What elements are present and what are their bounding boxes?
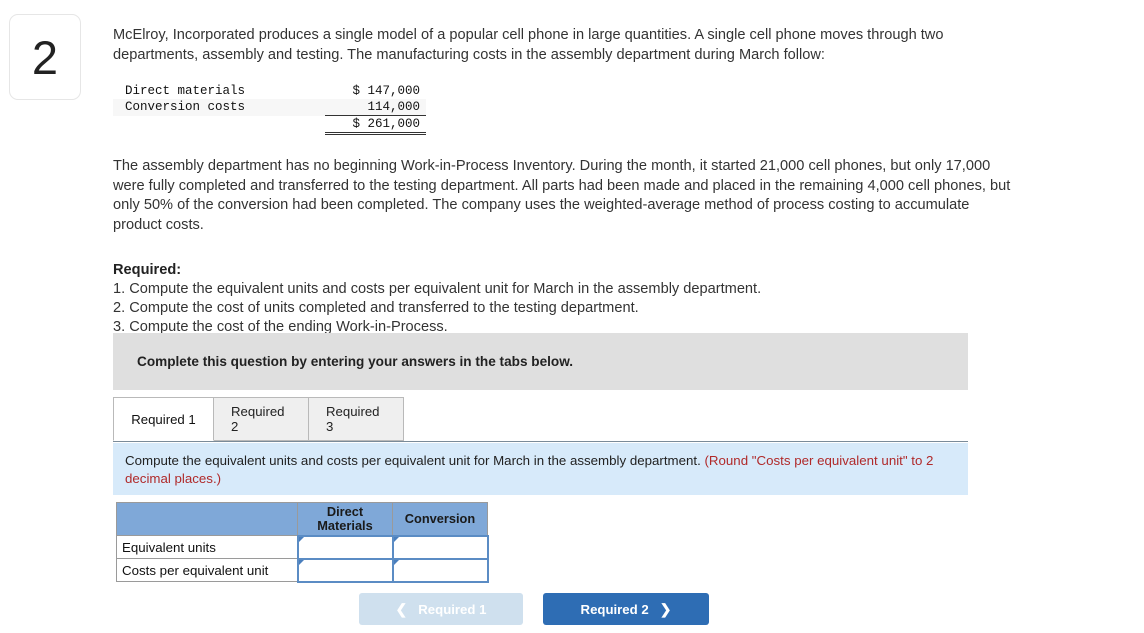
- cell-marker-icon: [393, 559, 399, 565]
- table-row: Costs per equivalent unit: [116, 557, 489, 583]
- input-equivalent-units-conversion[interactable]: [391, 534, 489, 560]
- answer-table-header-direct-materials: Direct Materials: [297, 502, 393, 536]
- input-equivalent-units-direct-materials[interactable]: [296, 534, 394, 560]
- cell-marker-icon: [298, 536, 304, 542]
- requirement-instruction-panel: Compute the equivalent units and costs p…: [113, 443, 968, 495]
- chevron-right-icon: ❯: [659, 601, 672, 617]
- tab-required-3[interactable]: Required 3: [308, 397, 404, 441]
- next-requirement-button[interactable]: Required 2 ❯: [543, 593, 709, 625]
- answer-table-header-row: Direct Materials Conversion: [116, 502, 488, 536]
- cost-row-label: Conversion costs: [125, 100, 246, 115]
- required-list: Required: 1. Compute the equivalent unit…: [113, 261, 1123, 337]
- cost-total-label: [113, 116, 325, 134]
- tab-label: Required 1: [131, 411, 196, 427]
- cell-marker-icon: [298, 559, 304, 565]
- cost-row-label: Direct materials: [125, 84, 246, 98]
- cost-row-amount: $ 147,000: [352, 84, 420, 98]
- required-item-1: 1. Compute the equivalent units and cost…: [113, 281, 762, 297]
- cost-total-amount: $ 261,000: [325, 115, 426, 135]
- instruction-banner-text: Complete this question by entering your …: [137, 354, 574, 369]
- previous-button-label: Required 1: [418, 601, 487, 617]
- next-button-label: Required 2: [580, 601, 649, 617]
- required-heading: Required:: [113, 262, 182, 278]
- tab-required-2[interactable]: Required 2: [213, 397, 309, 441]
- instruction-banner: Complete this question by entering your …: [113, 333, 968, 390]
- requirement-tabs: Required 1 Required 2 Required 3: [113, 397, 968, 442]
- cost-row-amount: 114,000: [325, 99, 426, 116]
- question-body-paragraph: The assembly department has no beginning…: [113, 158, 1011, 233]
- chevron-left-icon: ❮: [395, 601, 408, 617]
- required-item-2: 2. Compute the cost of units completed a…: [113, 300, 639, 316]
- manufacturing-cost-table: Direct materials $ 147,000 Conversion co…: [113, 83, 426, 135]
- input-costs-per-equivalent-unit-conversion[interactable]: [391, 557, 489, 583]
- row-label-equivalent-units: Equivalent units: [116, 535, 298, 559]
- answer-table-corner-header: [116, 502, 298, 536]
- input-costs-per-equivalent-unit-direct-materials[interactable]: [296, 557, 394, 583]
- table-row: Direct materials $ 147,000: [113, 83, 426, 99]
- tab-label: Required 2: [231, 404, 285, 434]
- requirement-instruction-main: Compute the equivalent units and costs p…: [125, 453, 701, 468]
- tab-label: Required 3: [326, 404, 380, 434]
- previous-requirement-button[interactable]: ❮ Required 1: [359, 593, 523, 625]
- table-row-total: $ 261,000: [113, 115, 426, 135]
- tab-required-1[interactable]: Required 1: [113, 397, 214, 441]
- requirement-instruction-text: Compute the equivalent units and costs p…: [125, 452, 954, 487]
- row-label-costs-per-equivalent-unit: Costs per equivalent unit: [116, 558, 298, 582]
- answer-entry-table: Direct Materials Conversion Equivalent u…: [116, 502, 489, 583]
- table-row: Conversion costs 114,000: [113, 99, 426, 116]
- question-number: 2: [31, 30, 59, 84]
- header-line-1: Direct: [326, 503, 364, 519]
- cell-marker-icon: [393, 536, 399, 542]
- question-number-badge: 2: [9, 14, 81, 100]
- question-content: McElroy, Incorporated produces a single …: [113, 26, 1123, 337]
- table-row: Equivalent units: [116, 534, 489, 560]
- answer-table-header-conversion: Conversion: [392, 502, 488, 536]
- question-intro-paragraph: McElroy, Incorporated produces a single …: [113, 27, 944, 63]
- header-line-2: Materials: [317, 517, 373, 533]
